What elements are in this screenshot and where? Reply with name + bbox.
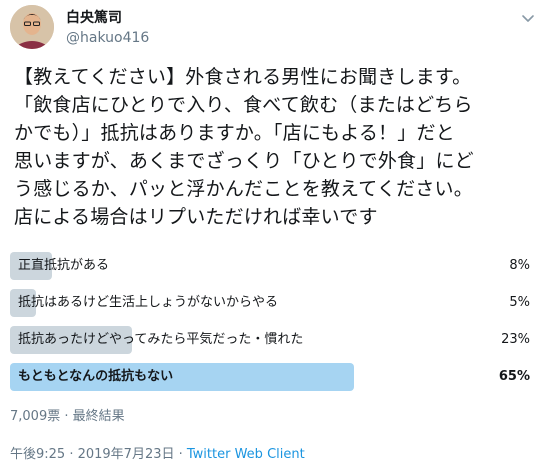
user-avatar-image [10, 5, 54, 49]
poll-option-label: もともとなんの抵抗もない [18, 369, 174, 384]
poll-option: 抵抗あったけどやってみたら平気だった・慣れた 23% [10, 326, 534, 354]
poll-option-label: 正直抵抗がある [18, 258, 110, 273]
tweet-timestamp[interactable]: 午後9:25 · 2019年7月23日 · [10, 447, 187, 462]
poll: 正直抵抗がある 8% 抵抗はあるけど生活上しょうがないからやる 5% 抵抗あった… [10, 252, 534, 400]
poll-option: 抵抗はあるけど生活上しょうがないからやる 5% [10, 289, 534, 317]
poll-option-percent: 5% [509, 295, 530, 310]
avatar[interactable] [10, 5, 54, 49]
tweet-footer: 午後9:25 · 2019年7月23日 · Twitter Web Client [10, 443, 305, 462]
poll-option: 正直抵抗がある 8% [10, 252, 534, 280]
poll-option-label: 抵抗はあるけど生活上しょうがないからやる [18, 295, 279, 310]
poll-option-percent: 8% [509, 258, 530, 273]
poll-option: もともとなんの抵抗もない 65% [10, 363, 534, 391]
poll-option-percent: 65% [498, 369, 530, 384]
poll-option-percent: 23% [501, 332, 530, 347]
tweet-text: 【教えてください】外食される男性にお聞きします。 「飲食店にひとりで入り、食べて… [14, 66, 474, 228]
author-block[interactable]: 白央篤司 @hakuo416 [66, 9, 149, 47]
author-display-name[interactable]: 白央篤司 [66, 9, 149, 27]
tweet-card: 白央篤司 @hakuo416 【教えてください】外食される男性にお聞きします。 … [0, 0, 550, 470]
poll-option-label: 抵抗あったけどやってみたら平気だった・慣れた [18, 332, 304, 347]
chevron-down-icon[interactable] [520, 10, 536, 26]
tweet-client-link[interactable]: Twitter Web Client [187, 447, 305, 462]
poll-meta: 7,009票 · 最終結果 [10, 409, 125, 424]
author-handle[interactable]: @hakuo416 [66, 29, 149, 47]
